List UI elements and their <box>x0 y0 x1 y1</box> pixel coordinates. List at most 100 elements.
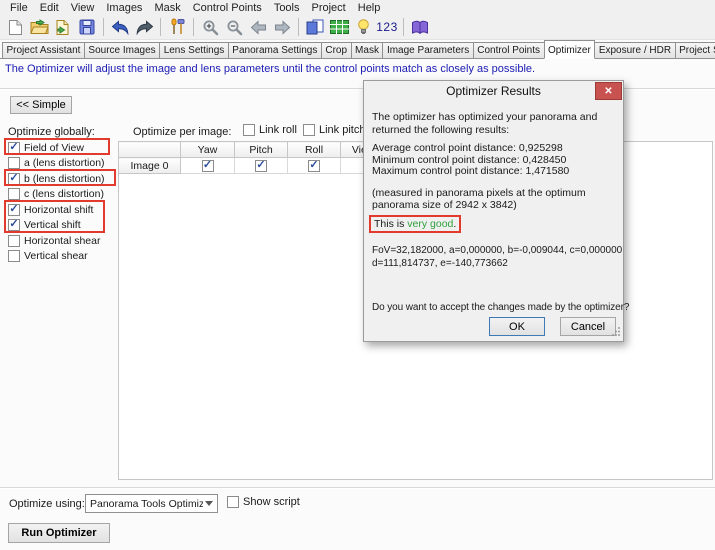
link-pitch-checkbox[interactable]: Link pitch <box>303 124 365 136</box>
dialog-title: Optimizer Results <box>364 84 623 98</box>
menu-tools[interactable]: Tools <box>268 2 306 14</box>
checkbox-label: Vertical shift <box>24 219 81 231</box>
params-line-2: d=111,814737, e=-140,773662 <box>372 258 622 271</box>
b-lens-checkbox-icon[interactable] <box>8 173 20 185</box>
undo-icon[interactable] <box>108 16 132 38</box>
checkbox-label: Horizontal shear <box>24 235 100 247</box>
checkbox-vertical-shear[interactable]: Vertical shear <box>8 249 122 265</box>
toolbar: 123 <box>0 15 715 40</box>
preferences-tools-icon[interactable] <box>165 16 189 38</box>
row-header-image-0[interactable]: Image 0 <box>119 158 181 174</box>
checkbox-field-of-view[interactable]: Field of View <box>8 140 122 156</box>
show-script-checkbox-icon[interactable] <box>227 496 239 508</box>
ok-button[interactable]: OK <box>489 317 545 336</box>
optimize-globally-label: Optimize globally: <box>8 126 122 140</box>
checkbox-label: b (lens distortion) <box>24 173 105 185</box>
menu-help[interactable]: Help <box>352 2 387 14</box>
show-script-label: Show script <box>243 496 300 508</box>
menu-mask[interactable]: Mask <box>148 2 186 14</box>
a-lens-checkbox-icon[interactable] <box>8 157 20 169</box>
measured-note-text: (measured in panorama pixels at the opti… <box>372 187 619 211</box>
show-script-checkbox[interactable]: Show script <box>227 496 300 508</box>
tab-optimizer[interactable]: Optimizer <box>544 40 596 59</box>
column-header-yaw[interactable]: Yaw <box>181 142 235 158</box>
cell-pitch <box>235 158 288 174</box>
checkbox-label: Vertical shear <box>24 250 88 262</box>
column-header-roll[interactable]: Roll <box>288 142 341 158</box>
checkbox-b-lens-distortion[interactable]: b (lens distortion) <box>8 171 122 187</box>
checkbox-vertical-shift[interactable]: Vertical shift <box>8 218 122 234</box>
vertical-shear-checkbox-icon[interactable] <box>8 250 20 262</box>
close-icon[interactable]: ✕ <box>595 82 622 100</box>
tab-lens-settings[interactable]: Lens Settings <box>159 42 229 58</box>
link-pitch-checkbox-icon[interactable] <box>303 124 315 136</box>
separator-line <box>0 487 715 489</box>
checkbox-a-lens-distortion[interactable]: a (lens distortion) <box>8 156 122 172</box>
tab-panorama-settings[interactable]: Panorama Settings <box>228 42 322 58</box>
verdict-suffix: . <box>453 218 456 230</box>
zoom-out-icon[interactable] <box>222 16 246 38</box>
link-roll-checkbox-icon[interactable] <box>243 124 255 136</box>
yaw-checkbox-icon[interactable] <box>202 160 214 172</box>
tab-crop[interactable]: Crop <box>321 42 352 58</box>
optimizer-description: The Optimizer will adjust the image and … <box>5 63 710 75</box>
menu-control-points[interactable]: Control Points <box>187 2 268 14</box>
dialog-statistics: Average control point distance: 0,925298… <box>372 143 569 178</box>
link-roll-checkbox[interactable]: Link roll <box>243 124 297 136</box>
tab-project-settings[interactable]: Project Settings <box>675 42 715 58</box>
next-image-icon[interactable] <box>270 16 294 38</box>
pitch-checkbox-icon[interactable] <box>255 160 267 172</box>
menu-view[interactable]: View <box>65 2 101 14</box>
show-control-points-icon[interactable] <box>351 16 375 38</box>
checkbox-horizontal-shift[interactable]: Horizontal shift <box>8 202 122 218</box>
cancel-button[interactable]: Cancel <box>560 317 616 336</box>
field-of-view-checkbox-icon[interactable] <box>8 142 20 154</box>
cell-yaw <box>181 158 235 174</box>
column-header-blank <box>119 142 181 158</box>
roll-checkbox-icon[interactable] <box>308 160 320 172</box>
tab-exposure-hdr[interactable]: Exposure / HDR <box>594 42 675 58</box>
prev-image-icon[interactable] <box>246 16 270 38</box>
optimizer-engine-select[interactable]: Panorama Tools Optimizer <box>85 494 218 513</box>
simple-button[interactable]: << Simple <box>10 96 72 114</box>
resize-grip[interactable] <box>611 326 621 339</box>
help-icon[interactable] <box>408 16 432 38</box>
link-roll-label: Link roll <box>259 124 297 136</box>
toolbar-separator <box>298 18 299 36</box>
menu-edit[interactable]: Edit <box>34 2 65 14</box>
menu-project[interactable]: Project <box>306 2 352 14</box>
preview-panorama-icon[interactable] <box>303 16 327 38</box>
toolbar-separator <box>403 18 404 36</box>
cell-roll <box>288 158 341 174</box>
params-line-1: FoV=32,182000, a=0,000000, b=-0,009044, … <box>372 245 622 258</box>
checkbox-label: Field of View <box>24 142 84 154</box>
add-images-icon[interactable] <box>51 16 75 38</box>
grid-preview-icon[interactable] <box>327 16 351 38</box>
checkbox-horizontal-shear[interactable]: Horizontal shear <box>8 233 122 249</box>
show-numbers-icon[interactable]: 123 <box>375 16 399 38</box>
tab-mask[interactable]: Mask <box>351 42 384 58</box>
c-lens-checkbox-icon[interactable] <box>8 188 20 200</box>
tab-project-assistant[interactable]: Project Assistant <box>2 42 85 58</box>
tab-control-points[interactable]: Control Points <box>473 42 545 58</box>
optimize-per-image-label: Optimize per image: <box>133 126 231 138</box>
checkbox-label: Horizontal shift <box>24 204 93 216</box>
zoom-in-icon[interactable] <box>198 16 222 38</box>
accept-question-text: Do you want to accept the changes made b… <box>372 302 629 313</box>
horizontal-shift-checkbox-icon[interactable] <box>8 204 20 216</box>
save-project-icon[interactable] <box>75 16 99 38</box>
redo-icon[interactable] <box>132 16 156 38</box>
optimizer-results-dialog: Optimizer Results ✕ The optimizer has op… <box>363 80 624 342</box>
new-project-icon[interactable] <box>3 16 27 38</box>
tab-bar: Project Assistant Source Images Lens Set… <box>0 40 715 59</box>
menu-file[interactable]: File <box>4 2 34 14</box>
open-project-icon[interactable] <box>27 16 51 38</box>
tab-source-images[interactable]: Source Images <box>84 42 160 58</box>
menu-images[interactable]: Images <box>100 2 148 14</box>
tab-image-parameters[interactable]: Image Parameters <box>382 42 473 58</box>
checkbox-c-lens-distortion[interactable]: c (lens distortion) <box>8 187 122 203</box>
horizontal-shear-checkbox-icon[interactable] <box>8 235 20 247</box>
column-header-pitch[interactable]: Pitch <box>235 142 288 158</box>
vertical-shift-checkbox-icon[interactable] <box>8 219 20 231</box>
run-optimizer-button[interactable]: Run Optimizer <box>8 523 110 543</box>
